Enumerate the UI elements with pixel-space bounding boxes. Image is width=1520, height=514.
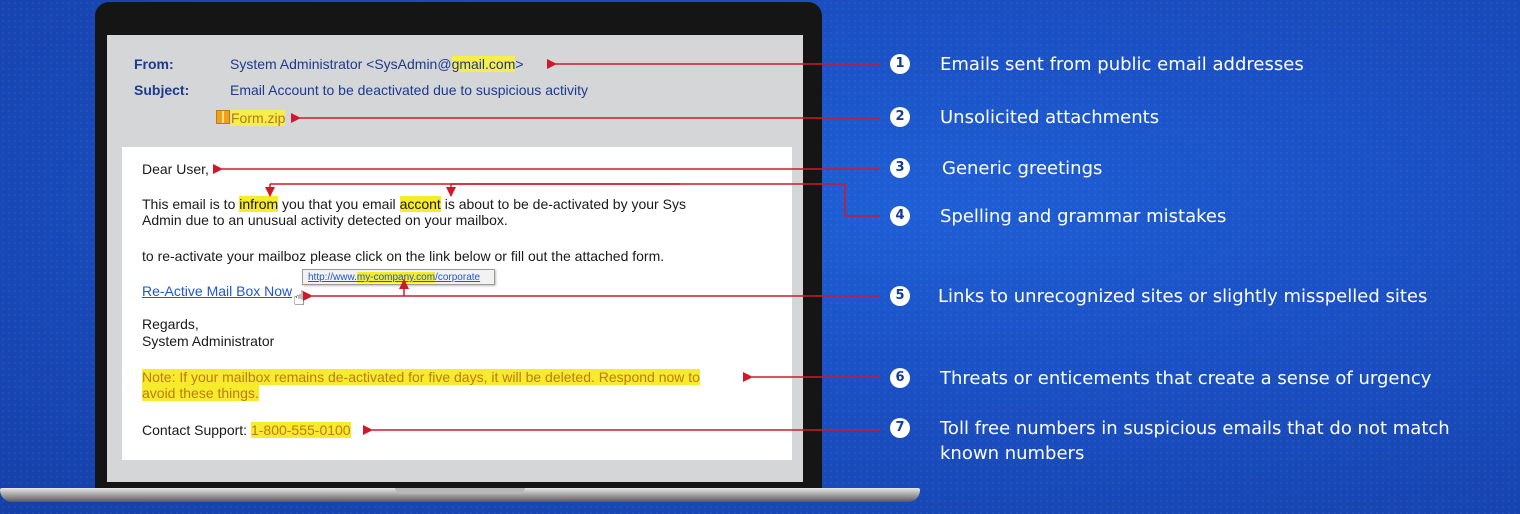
arrow-4-path [270,183,880,217]
legend-badge-6: 6 [890,368,910,388]
legend-label-2: Unsolicited attachments [940,107,1160,128]
legend-badge-1: 1 [890,54,910,74]
legend-label-7: Toll free numbers in suspicious emails t… [940,418,1450,439]
legend-label-7-line-2: known numbers [940,443,1085,464]
legend-badge-4: 4 [890,206,910,226]
legend-badge-5: 5 [890,286,910,306]
legend-label-5: Links to unrecognized sites or slightly … [938,286,1428,307]
legend-label-4: Spelling and grammar mistakes [940,206,1227,227]
legend-label-1: Emails sent from public email addresses [940,54,1304,75]
legend-badge-3: 3 [890,158,910,178]
legend-badge-2: 2 [890,107,910,127]
legend-label-3: Generic greetings [942,158,1103,179]
legend-badge-7: 7 [890,418,910,438]
legend-label-6: Threats or enticements that create a sen… [940,368,1432,389]
